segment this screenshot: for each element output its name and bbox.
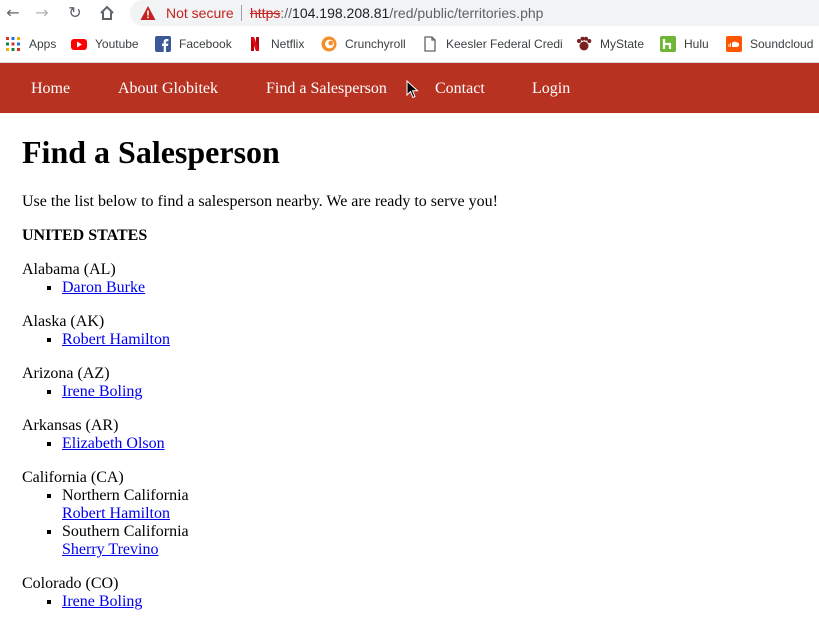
bookmarks-bar: Apps Youtube Facebook Netflix Crunchyrol… xyxy=(0,26,819,63)
intro-text: Use the list below to find a salesperson… xyxy=(22,193,498,210)
bookmark-label: Hulu xyxy=(684,37,709,51)
main-content: Find a Salesperson Use the list below to… xyxy=(22,113,802,611)
url-path: /red/public/territories.php xyxy=(389,5,544,21)
bookmark-keesler[interactable]: Keesler Federal Credi xyxy=(422,35,563,53)
url-host: 104.198.208.81 xyxy=(292,5,390,21)
state-arizona: Arizona (AZ) Irene Boling xyxy=(22,365,802,401)
facebook-icon xyxy=(155,36,171,52)
state-name: Alabama (AL) xyxy=(22,261,116,278)
state-name: California (CA) xyxy=(22,469,124,486)
salesperson-list: Robert Hamilton xyxy=(22,331,802,349)
home-icon[interactable] xyxy=(96,3,118,23)
salesperson-link[interactable]: Elizabeth Olson xyxy=(62,435,165,452)
mouse-cursor-icon xyxy=(406,80,419,99)
reload-icon[interactable]: ↻ xyxy=(64,3,86,23)
bookmark-youtube[interactable]: Youtube xyxy=(71,35,139,53)
bookmark-label: Crunchyroll xyxy=(345,37,406,51)
salesperson-list: Daron Burke xyxy=(22,279,802,297)
salesperson-list: Elizabeth Olson xyxy=(22,435,802,453)
back-arrow-icon[interactable]: ← xyxy=(2,3,24,23)
salesperson-list: Irene Boling xyxy=(22,383,802,401)
bookmark-soundcloud[interactable]: Soundcloud xyxy=(726,35,813,53)
list-item: Irene Boling xyxy=(62,593,802,611)
list-item: Irene Boling xyxy=(62,383,802,401)
not-secure-label[interactable]: Not secure xyxy=(166,5,234,21)
netflix-icon xyxy=(251,37,259,51)
salesperson-link[interactable]: Irene Boling xyxy=(62,383,142,400)
nav-login[interactable]: Login xyxy=(532,80,570,98)
bookmark-label: Facebook xyxy=(179,37,232,51)
page-title: Find a Salesperson xyxy=(22,134,280,170)
region-name: Northern California xyxy=(62,487,189,504)
crunchyroll-icon xyxy=(321,36,337,52)
state-name: Alaska (AK) xyxy=(22,313,105,330)
state-alaska: Alaska (AK) Robert Hamilton xyxy=(22,313,802,349)
nav-find-salesperson[interactable]: Find a Salesperson xyxy=(266,80,387,98)
country-heading: UNITED STATES xyxy=(22,227,148,244)
list-item: Robert Hamilton xyxy=(62,331,802,349)
list-item: Northern California Robert Hamilton xyxy=(62,487,802,523)
bookmark-netflix[interactable]: Netflix xyxy=(247,35,304,53)
list-item: Daron Burke xyxy=(62,279,802,297)
state-name: Arkansas (AR) xyxy=(22,417,119,434)
url-text[interactable]: https://104.198.208.81/red/public/territ… xyxy=(250,5,543,21)
state-california: California (CA) Northern California Robe… xyxy=(22,469,802,559)
bookmark-label: Apps xyxy=(29,37,57,51)
state-name: Colorado (CO) xyxy=(22,575,119,592)
bookmark-label: Soundcloud xyxy=(750,37,814,51)
bookmark-label: Netflix xyxy=(271,37,305,51)
mystate-icon xyxy=(577,36,592,51)
bookmark-facebook[interactable]: Facebook xyxy=(155,35,232,53)
salesperson-link[interactable]: Irene Boling xyxy=(62,593,142,610)
salesperson-link[interactable]: Robert Hamilton xyxy=(62,331,170,348)
apps-grid-icon xyxy=(6,37,20,51)
list-item: Elizabeth Olson xyxy=(62,435,802,453)
list-item: Southern California Sherry Trevino xyxy=(62,523,802,559)
browser-toolbar: ← → ↻ Not secure https://104.198.208.81/… xyxy=(0,0,819,26)
salesperson-list: Northern California Robert Hamilton Sout… xyxy=(22,487,802,559)
state-alabama: Alabama (AL) Daron Burke xyxy=(22,261,802,297)
soundcloud-icon xyxy=(726,36,742,52)
page-icon xyxy=(424,36,436,52)
omnibox-divider xyxy=(241,5,242,21)
nav-about[interactable]: About Globitek xyxy=(118,80,218,98)
salesperson-list: Irene Boling xyxy=(22,593,802,611)
nav-contact[interactable]: Contact xyxy=(435,80,485,98)
youtube-icon xyxy=(71,39,87,50)
salesperson-link[interactable]: Sherry Trevino xyxy=(62,541,158,558)
state-arkansas: Arkansas (AR) Elizabeth Olson xyxy=(22,417,802,453)
warning-triangle-icon xyxy=(140,6,156,20)
hulu-icon xyxy=(660,36,676,52)
bookmark-label: Keesler Federal Credi xyxy=(446,37,563,51)
nav-home[interactable]: Home xyxy=(31,80,70,98)
region-name: Southern California xyxy=(62,523,189,540)
address-bar[interactable]: Not secure https://104.198.208.81/red/pu… xyxy=(130,0,819,26)
bookmark-mystate[interactable]: MyState xyxy=(576,35,644,53)
state-name: Arizona (AZ) xyxy=(22,365,110,382)
bookmark-apps[interactable]: Apps xyxy=(5,35,56,53)
bookmark-label: Youtube xyxy=(95,37,139,51)
bookmark-crunchyroll[interactable]: Crunchyroll xyxy=(321,35,406,53)
bookmark-hulu[interactable]: Hulu xyxy=(660,35,709,53)
salesperson-link[interactable]: Daron Burke xyxy=(62,279,145,296)
bookmark-label: MyState xyxy=(600,37,645,51)
salesperson-link[interactable]: Robert Hamilton xyxy=(62,505,170,522)
url-scheme: https xyxy=(250,5,281,21)
forward-arrow-icon[interactable]: → xyxy=(31,3,53,23)
state-colorado: Colorado (CO) Irene Boling xyxy=(22,575,802,611)
